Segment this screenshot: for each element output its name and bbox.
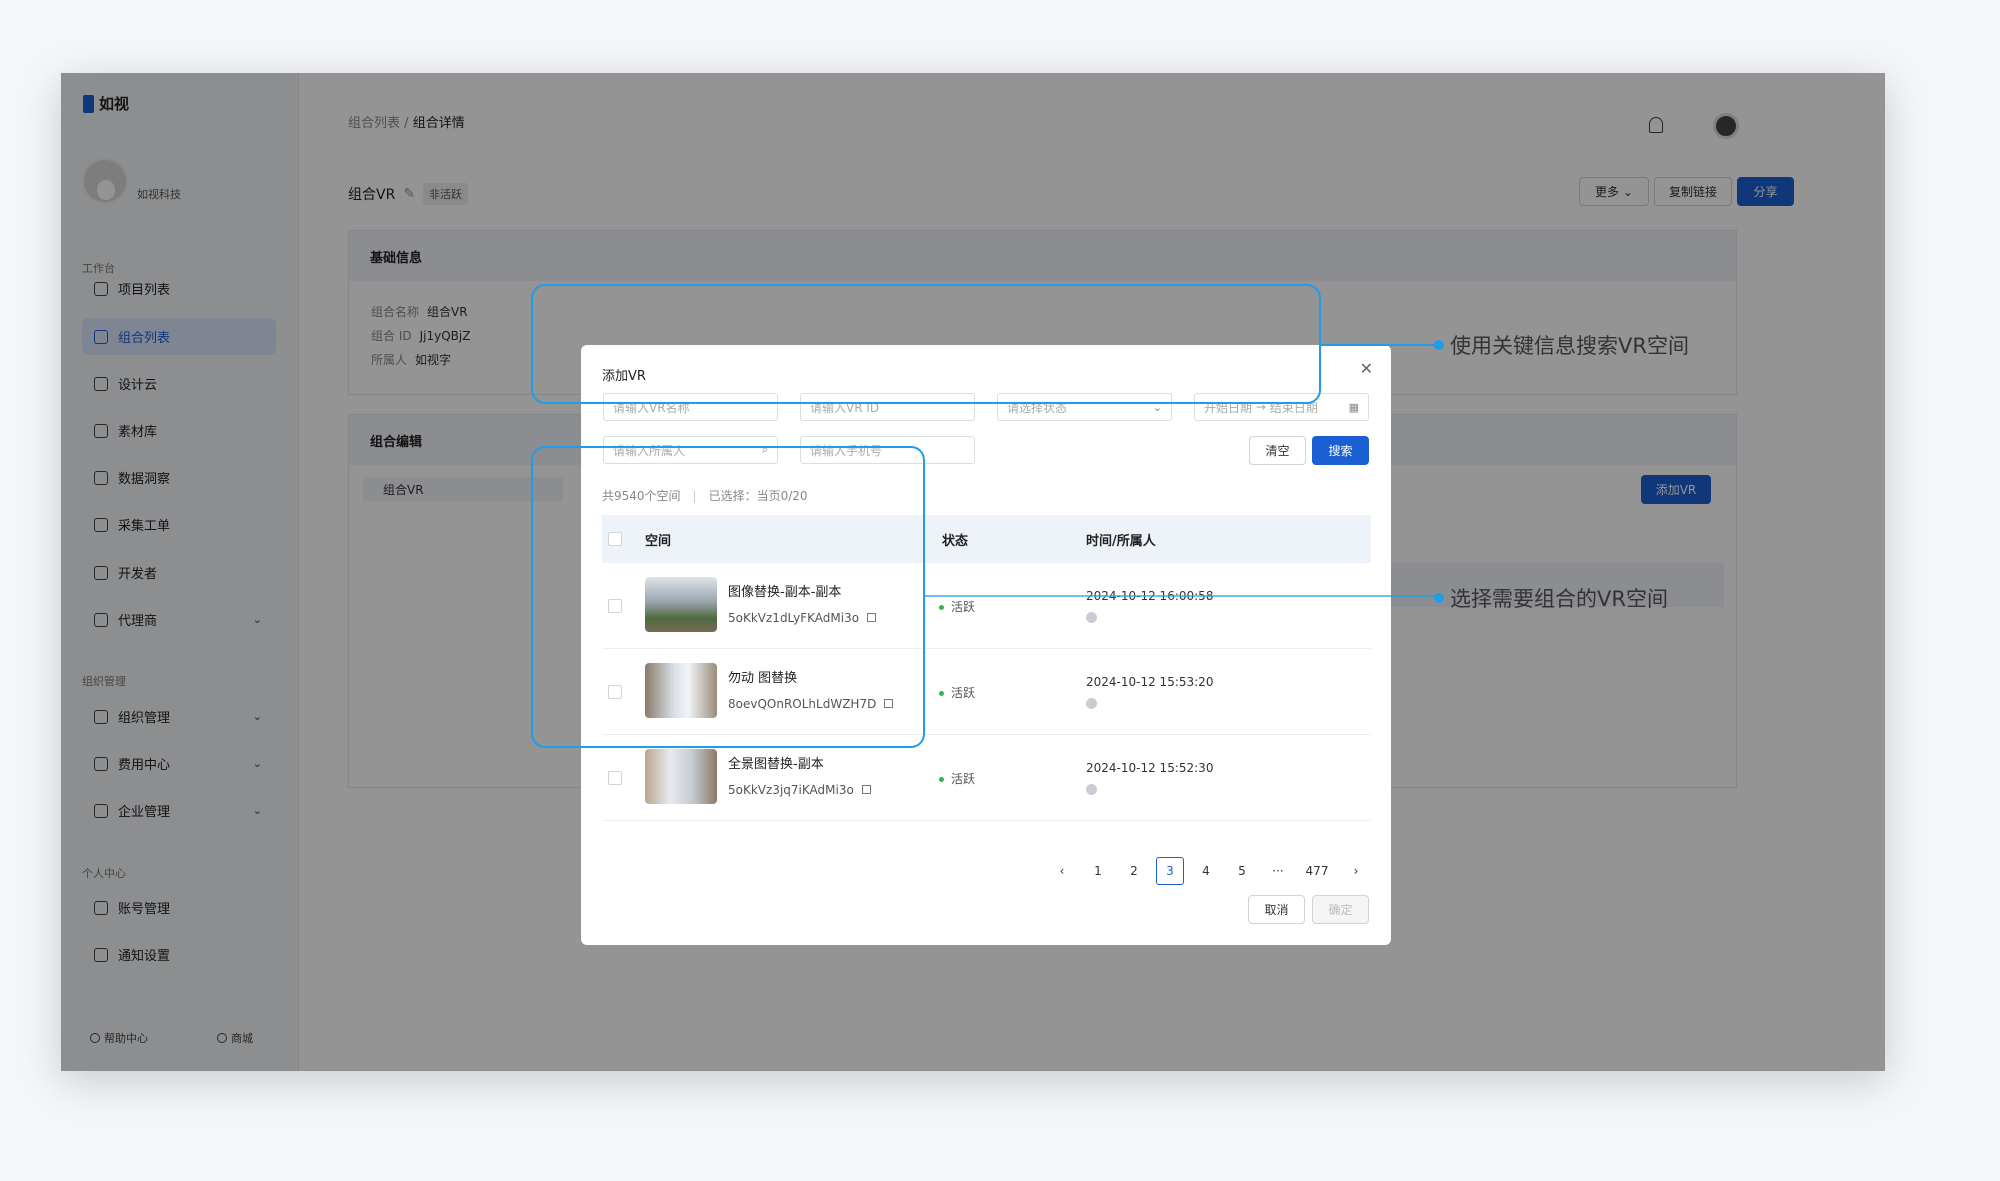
col-time: 时间/所属人 xyxy=(1086,534,1156,549)
owner-avatar xyxy=(1086,784,1097,795)
page-5[interactable]: 5 xyxy=(1228,857,1256,885)
select-highlight-box xyxy=(531,446,925,748)
col-status: 状态 xyxy=(942,534,969,549)
vr-time: 2024-10-12 15:52:30 xyxy=(1086,761,1214,775)
callout-line-select xyxy=(925,595,1439,597)
vr-id: 5oKkVz3jq7iKAdMi3o xyxy=(728,783,871,797)
callout-dot xyxy=(1434,593,1444,603)
owner-avatar xyxy=(1086,612,1097,623)
callout-line-search xyxy=(1321,344,1439,346)
search-button[interactable]: 搜索 xyxy=(1312,436,1369,465)
page-1[interactable]: 1 xyxy=(1084,857,1112,885)
page-ellipsis[interactable]: ··· xyxy=(1264,857,1292,885)
clear-button[interactable]: 清空 xyxy=(1249,436,1306,465)
calendar-icon: ▦ xyxy=(1348,400,1359,414)
callout-select: 选择需要组合的VR空间 xyxy=(1434,583,1668,613)
callout-search: 使用关键信息搜索VR空间 xyxy=(1434,330,1689,360)
vr-status: 活跃 xyxy=(939,598,975,615)
close-icon[interactable]: ✕ xyxy=(1360,359,1373,378)
pagination-prev[interactable]: ‹ xyxy=(1048,857,1076,885)
page-2[interactable]: 2 xyxy=(1120,857,1148,885)
pagination-next[interactable]: › xyxy=(1342,857,1370,885)
confirm-button[interactable]: 确定 xyxy=(1312,895,1369,924)
app-window: 如视 如视科技 工作台 项目列表 组合列表 设计云 素材库 数据洞察 采集工单 … xyxy=(61,73,1885,1071)
search-highlight-box xyxy=(531,284,1321,404)
owner-avatar xyxy=(1086,698,1097,709)
callout-dot xyxy=(1434,340,1444,350)
cancel-button[interactable]: 取消 xyxy=(1248,895,1305,924)
vr-thumbnail xyxy=(645,749,717,804)
page-477[interactable]: 477 xyxy=(1303,857,1331,885)
vr-name: 全景图替换-副本 xyxy=(728,757,824,772)
vr-status: 活跃 xyxy=(939,770,975,787)
page-3[interactable]: 3 xyxy=(1156,857,1184,885)
vr-status: 活跃 xyxy=(939,684,975,701)
row-checkbox[interactable] xyxy=(608,771,622,785)
vr-time: 2024-10-12 15:53:20 xyxy=(1086,675,1214,689)
copy-icon[interactable] xyxy=(861,785,871,794)
page-4[interactable]: 4 xyxy=(1192,857,1220,885)
